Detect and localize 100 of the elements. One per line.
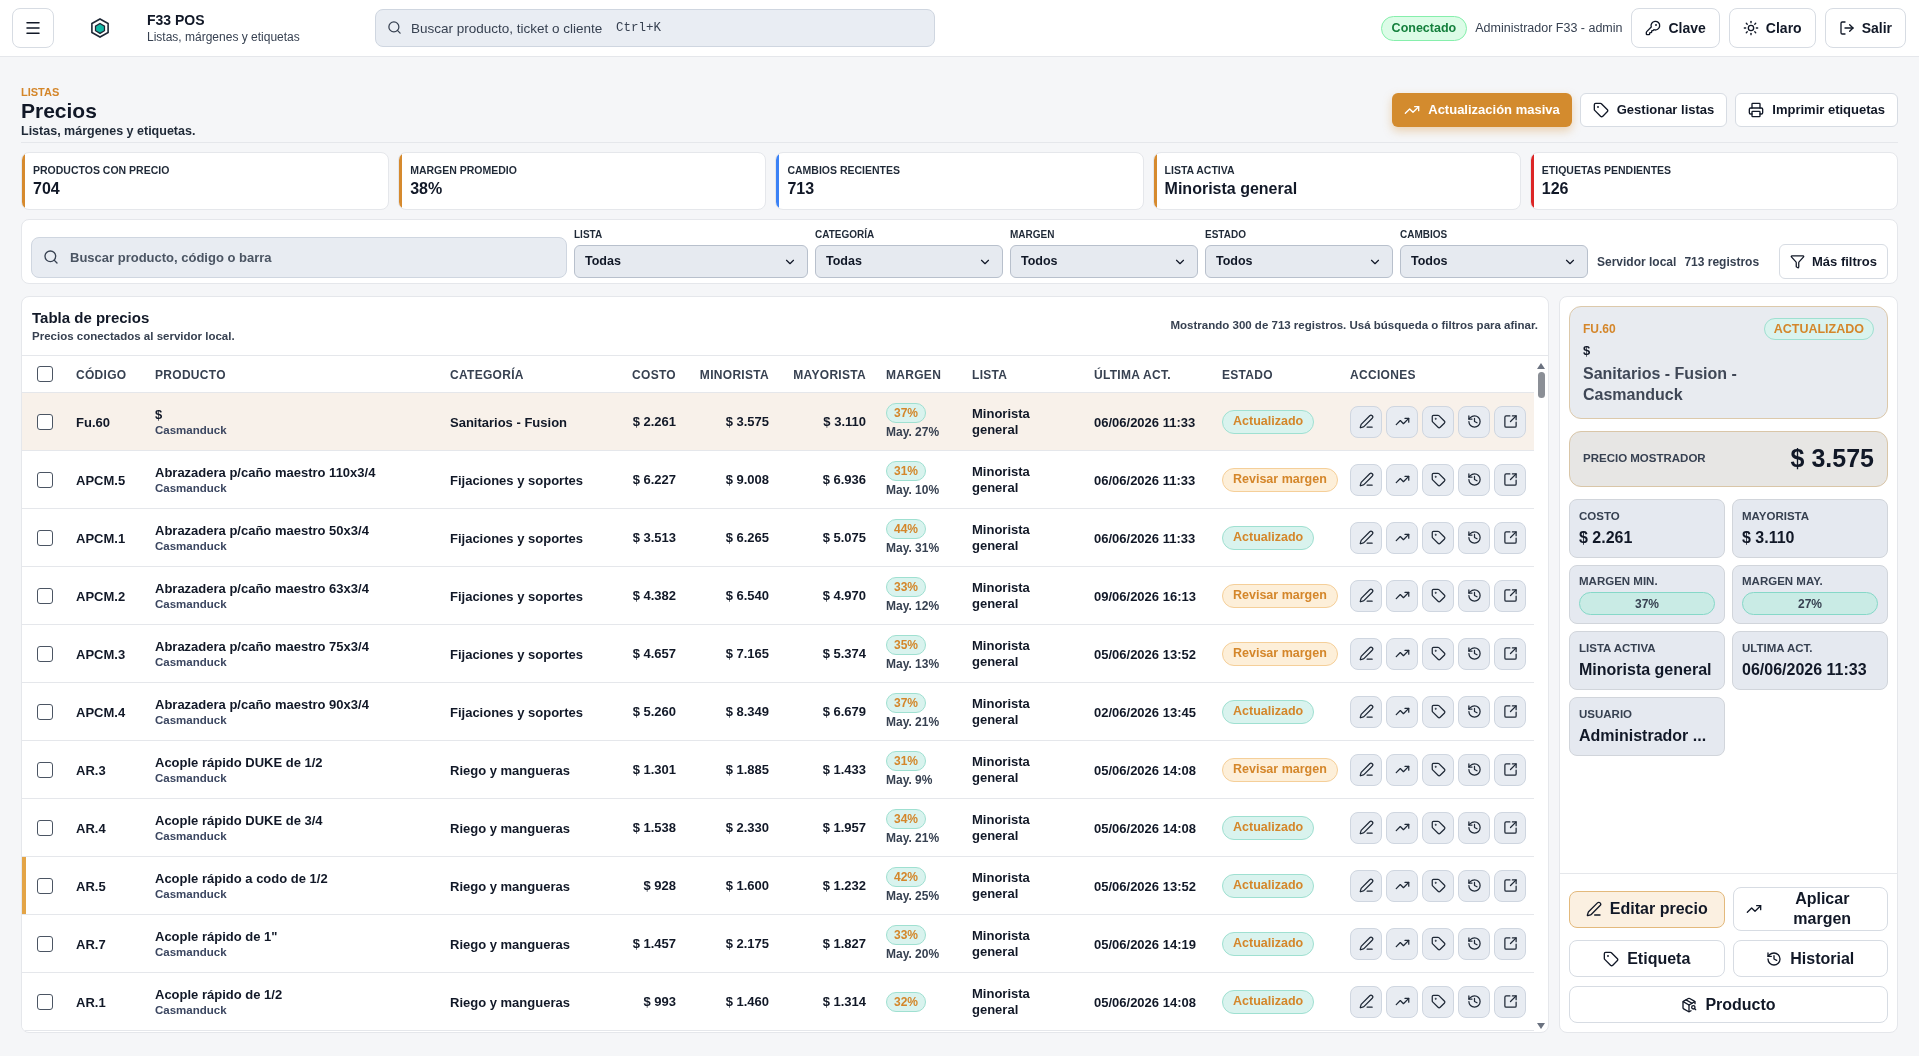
search-field[interactable]: Buscar producto, código o barra [31, 237, 567, 278]
margin-row-button[interactable] [1386, 869, 1418, 902]
label-row-button[interactable] [1422, 521, 1454, 554]
open-row-button[interactable] [1494, 753, 1526, 786]
password-button[interactable]: Clave [1631, 8, 1720, 48]
row-checkbox[interactable] [37, 761, 53, 778]
filter-icon [1790, 254, 1805, 269]
filter-select[interactable]: Todos [1205, 245, 1393, 278]
label-row-button[interactable] [1422, 985, 1454, 1018]
scroll-down-icon[interactable] [1537, 1023, 1545, 1029]
menu-button[interactable] [12, 8, 54, 48]
row-checkbox[interactable] [37, 993, 53, 1010]
history-row-button[interactable] [1458, 811, 1490, 844]
column-header: COSTO [632, 368, 676, 382]
more-filters-button[interactable]: Más filtros [1779, 244, 1888, 279]
label-row-button[interactable] [1422, 579, 1454, 612]
edit-row-button[interactable] [1350, 985, 1382, 1018]
table-row[interactable]: AR.5 Acople rápido a codo de 1/2 Casmanduck Riego y mangueras $ 928 $ 1.600 $ 1.232 42% May. 25% Minorista general 05/06/2026 13:52 Actualizado [22, 857, 1534, 915]
open-row-button[interactable] [1494, 637, 1526, 670]
history-row-button[interactable] [1458, 579, 1490, 612]
logout-button[interactable]: Salir [1824, 8, 1906, 48]
history-button[interactable]: Historial [1732, 940, 1888, 977]
margin-row-button[interactable] [1386, 521, 1418, 554]
apply-margin-button[interactable]: Aplicar margen [1732, 887, 1888, 931]
label-row-button[interactable] [1422, 463, 1454, 496]
wholesale-price: $ 1.314 [822, 992, 866, 1011]
product-button[interactable]: Producto [1569, 986, 1888, 1023]
history-row-button[interactable] [1458, 695, 1490, 728]
filter-select[interactable]: Todos [1010, 245, 1198, 278]
filter-select[interactable]: Todos [1400, 245, 1588, 278]
history-row-button[interactable] [1458, 869, 1490, 902]
label-row-button[interactable] [1422, 927, 1454, 960]
info-label: MARGEN MIN. [1579, 574, 1659, 589]
history-row-button[interactable] [1458, 753, 1490, 786]
open-row-button[interactable] [1494, 405, 1526, 438]
retail-price: $ 1.600 [725, 876, 769, 895]
label-row-button[interactable] [1422, 753, 1454, 786]
row-checkbox[interactable] [37, 471, 53, 488]
margin-row-button[interactable] [1386, 405, 1418, 438]
open-row-button[interactable] [1494, 869, 1526, 902]
label-row-button[interactable] [1422, 869, 1454, 902]
row-checkbox[interactable] [37, 819, 53, 836]
edit-row-button[interactable] [1350, 405, 1382, 438]
margin-pill: 31% [886, 461, 927, 481]
history-row-button[interactable] [1458, 463, 1490, 496]
edit-row-button[interactable] [1350, 753, 1382, 786]
label-row-button[interactable] [1422, 405, 1454, 438]
open-row-button[interactable] [1494, 985, 1526, 1018]
row-checkbox[interactable] [37, 703, 53, 720]
label-row-button[interactable] [1422, 811, 1454, 844]
history-row-button[interactable] [1458, 985, 1490, 1018]
scrollbar-thumb[interactable] [1537, 372, 1545, 398]
label-button[interactable]: Etiqueta [1569, 940, 1725, 977]
history-row-button[interactable] [1458, 521, 1490, 554]
filter-select[interactable]: Todas [574, 245, 808, 278]
margin-row-button[interactable] [1386, 927, 1418, 960]
edit-row-button[interactable] [1350, 463, 1382, 496]
edit-row-button[interactable] [1350, 637, 1382, 670]
margin-row-button[interactable] [1386, 579, 1418, 612]
margin-row-button[interactable] [1386, 985, 1418, 1018]
open-row-button[interactable] [1494, 695, 1526, 728]
external-link-icon [1502, 414, 1518, 429]
edit-price-button[interactable]: Editar precio [1569, 890, 1725, 928]
edit-row-button[interactable] [1350, 521, 1382, 554]
label-row-button[interactable] [1422, 637, 1454, 670]
open-row-button[interactable] [1494, 521, 1526, 554]
info-value: $ 3.110 [1742, 528, 1796, 548]
history-row-button[interactable] [1458, 637, 1490, 670]
open-row-button[interactable] [1494, 463, 1526, 496]
edit-row-button[interactable] [1350, 869, 1382, 902]
row-checkbox[interactable] [37, 413, 53, 430]
filter-select[interactable]: Todas [815, 245, 1003, 278]
edit-row-button[interactable] [1350, 579, 1382, 612]
edit-row-button[interactable] [1350, 811, 1382, 844]
history-row-button[interactable] [1458, 405, 1490, 438]
row-checkbox[interactable] [37, 587, 53, 604]
row-checkbox[interactable] [37, 529, 53, 546]
margin-row-button[interactable] [1386, 463, 1418, 496]
row-checkbox[interactable] [37, 935, 53, 952]
print-labels-button[interactable]: Imprimir etiquetas [1735, 93, 1898, 127]
scroll-up-icon[interactable] [1537, 363, 1545, 369]
margin-row-button[interactable] [1386, 753, 1418, 786]
manage-lists-button[interactable]: Gestionar listas [1579, 93, 1728, 127]
margin-row-button[interactable] [1386, 811, 1418, 844]
edit-row-button[interactable] [1350, 695, 1382, 728]
margin-row-button[interactable] [1386, 637, 1418, 670]
label-row-button[interactable] [1422, 695, 1454, 728]
select-all-checkbox[interactable] [37, 366, 53, 382]
open-row-button[interactable] [1494, 927, 1526, 960]
pencil-icon [1358, 646, 1374, 661]
row-checkbox[interactable] [37, 877, 53, 894]
table-row[interactable]: Fu.60 $ Casmanduck Sanitarios - Fusion $ 2.261 $ 3.575 $ 3.110 37% May. 27% Minorista general 06/06/2026 11:33 Actualizado [22, 393, 1534, 451]
history-row-button[interactable] [1458, 927, 1490, 960]
theme-button[interactable]: Claro [1728, 8, 1816, 48]
update-date: 06/06/2026 11:33 [1094, 472, 1196, 488]
open-row-button[interactable] [1494, 579, 1526, 612]
row-checkbox[interactable] [37, 645, 53, 662]
margin-row-button[interactable] [1386, 695, 1418, 728]
open-row-button[interactable] [1494, 811, 1526, 844]
edit-row-button[interactable] [1350, 927, 1382, 960]
